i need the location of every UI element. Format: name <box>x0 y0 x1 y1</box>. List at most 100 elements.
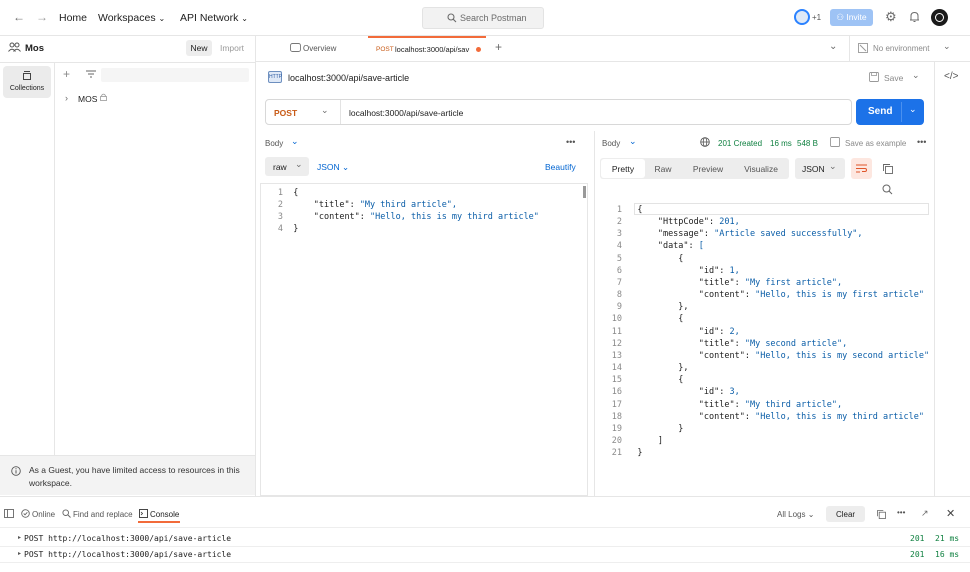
filter-icon[interactable] <box>86 70 96 78</box>
request-more-icon[interactable]: ••• <box>566 137 575 147</box>
save-button[interactable]: Save <box>884 73 903 83</box>
console-log-row[interactable]: ▸ POST http://localhost:3000/api/save-art… <box>0 531 970 547</box>
console-icon <box>139 509 148 518</box>
back-arrow-icon[interactable]: ← <box>13 10 25 24</box>
code-line: 1 { <box>604 204 929 216</box>
code-line: 17 "title": "My third article", <box>604 399 929 411</box>
close-console-icon[interactable]: ✕ <box>946 507 955 520</box>
invite-button[interactable]: ⚇ Invite <box>830 9 873 26</box>
json-value: 3, <box>729 387 740 398</box>
expand-icon[interactable]: ↗ <box>921 508 929 519</box>
response-body-chevron-icon[interactable]: ⌄ <box>629 136 637 147</box>
online-status[interactable]: Online <box>32 510 55 519</box>
collections-nav-item[interactable]: Collections <box>3 66 51 98</box>
expand-log-icon[interactable]: ▸ <box>18 550 21 557</box>
tabs-chevron-down-icon[interactable]: ⌄ <box>829 41 837 52</box>
new-tab-plus-icon[interactable]: + <box>495 40 502 54</box>
code-line: 9 }, <box>604 301 929 313</box>
url-input[interactable]: localhost:3000/api/save-article <box>349 108 463 118</box>
user-avatar[interactable] <box>931 9 948 26</box>
request-body-label[interactable]: Body <box>265 139 283 148</box>
clear-console-button[interactable]: Clear <box>826 506 865 522</box>
code-line: 15 { <box>604 374 929 386</box>
forward-arrow-icon[interactable]: → <box>36 10 48 24</box>
console-tab[interactable]: Console <box>150 510 179 519</box>
json-key: "content" <box>698 411 745 422</box>
search-box[interactable]: Search Postman <box>422 7 544 29</box>
json-type-select[interactable]: JSON ⌄ <box>317 162 349 173</box>
chevron-right-icon[interactable]: › <box>65 93 68 103</box>
env-chevron-down-icon[interactable]: ⌄ <box>943 41 951 52</box>
avatar-group[interactable] <box>794 9 810 25</box>
nav-home[interactable]: Home <box>59 12 87 24</box>
nav-workspaces[interactable]: Workspaces ⌄ <box>98 12 165 24</box>
line-number: 21 <box>611 448 622 459</box>
wrap-icon <box>856 164 867 173</box>
request-body-editor[interactable]: 1 {2 "title": "My third article", 3 "cont… <box>260 183 588 496</box>
request-body-chevron-icon[interactable]: ⌄ <box>291 136 299 147</box>
json-key: "id" <box>698 387 720 398</box>
tab-url: localhost:3000/api/sav <box>395 45 470 54</box>
response-status[interactable]: 201 Created <box>718 139 762 148</box>
right-rail-divider <box>934 61 935 496</box>
code-line: 4 } <box>265 223 539 235</box>
code-icon[interactable]: </> <box>944 71 958 82</box>
method-chevron-down-icon[interactable]: ⌄ <box>321 105 329 116</box>
tab-overview[interactable]: Overview <box>303 44 336 53</box>
import-button[interactable]: Import <box>217 40 247 56</box>
sidebar-header-divider <box>0 62 255 63</box>
tab-preview[interactable]: Preview <box>686 159 730 178</box>
tab-visualize[interactable]: Visualize <box>736 159 786 178</box>
collection-tree-item[interactable]: MOS <box>78 94 97 104</box>
method-select[interactable]: POST <box>274 108 297 118</box>
response-body-label[interactable]: Body <box>602 139 620 148</box>
bell-icon[interactable] <box>909 11 920 23</box>
request-title: localhost:3000/api/save-article <box>288 73 410 83</box>
json-value: "Hello, this is my third article" <box>370 212 539 222</box>
collection-search-input[interactable] <box>101 68 249 82</box>
guest-notice: As a Guest, you have limited access to r… <box>0 455 255 495</box>
gear-icon[interactable]: ⚙ <box>885 9 897 25</box>
console-log-row[interactable]: ▸ POST http://localhost:3000/api/save-art… <box>0 547 970 563</box>
response-time[interactable]: 16 ms <box>770 139 792 148</box>
nav-api-network[interactable]: API Network ⌄ <box>180 12 248 24</box>
beautify-button[interactable]: Beautify <box>545 162 576 172</box>
console-copy-icon[interactable] <box>877 510 886 519</box>
all-logs-select[interactable]: All Logs ⌄ <box>777 510 814 519</box>
online-icon <box>21 509 30 518</box>
response-search-icon[interactable] <box>882 184 893 195</box>
expand-log-icon[interactable]: ▸ <box>18 534 21 541</box>
tab-raw[interactable]: Raw <box>646 159 680 178</box>
console-log-time: 21 ms <box>935 534 960 543</box>
code-line: 11 "id": 2, <box>604 326 929 338</box>
response-body-viewer[interactable]: 1 {2 "HttpCode": 201, 3 "message": "Artic… <box>600 202 930 496</box>
line-number: 2 <box>616 217 622 228</box>
response-size[interactable]: 548 B <box>797 139 818 148</box>
tab-pretty[interactable]: Pretty <box>601 159 645 178</box>
console-log-status: 201 <box>910 550 925 559</box>
raw-select[interactable]: raw ⌄ <box>265 157 309 176</box>
copy-icon[interactable] <box>883 164 893 174</box>
plus-icon[interactable]: + <box>63 67 70 81</box>
save-as-example-button[interactable]: Save as example <box>845 139 906 148</box>
code-token: } <box>293 224 299 234</box>
code-token: { <box>678 375 684 386</box>
response-format-select[interactable]: JSON ⌄ <box>795 158 845 179</box>
new-button[interactable]: New <box>186 40 212 56</box>
wrap-lines-button[interactable] <box>851 158 872 179</box>
code-line: 10 { <box>604 313 929 325</box>
response-more-icon[interactable]: ••• <box>917 137 926 147</box>
tab-active-request[interactable]: POST localhost:3000/api/sav <box>368 36 486 61</box>
globe-icon <box>700 137 710 147</box>
save-chevron-down-icon[interactable]: ⌄ <box>912 70 920 81</box>
console-log-list: ▸ POST http://localhost:3000/api/save-art… <box>0 531 970 563</box>
guest-notice-text: As a Guest, you have limited access to r… <box>29 465 240 488</box>
console-more-icon[interactable]: ••• <box>897 508 905 517</box>
json-value: "My third article", <box>744 399 843 410</box>
editor-scrollbar[interactable] <box>583 186 586 198</box>
find-and-replace-button[interactable]: Find and replace <box>73 510 133 519</box>
send-button[interactable]: Send ⌄ <box>856 99 924 125</box>
sidebar-toggle-icon[interactable] <box>4 509 14 518</box>
environment-selector[interactable]: No environment <box>873 44 929 53</box>
send-label: Send <box>868 106 893 117</box>
